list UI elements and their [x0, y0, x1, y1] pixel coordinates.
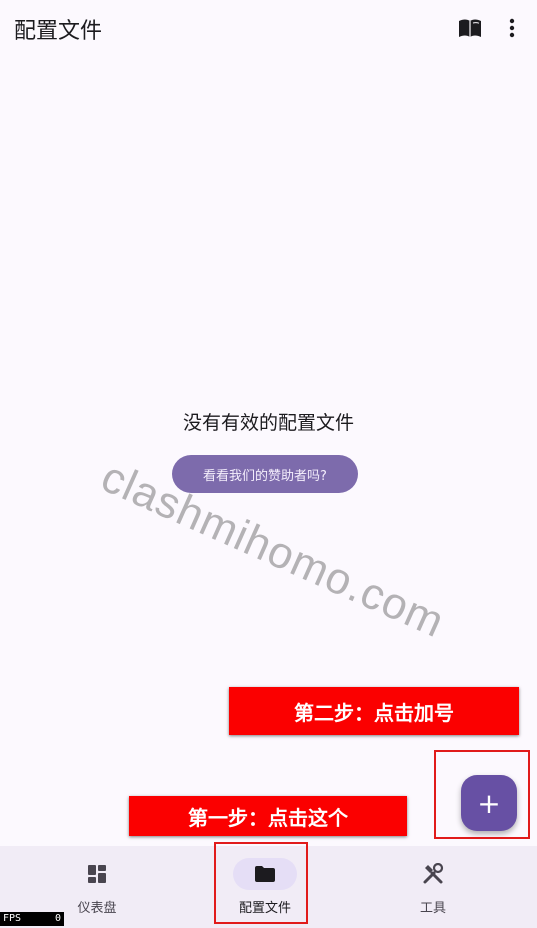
nav-item-tools[interactable]: 工具	[368, 846, 498, 928]
fps-label: FPS	[3, 913, 22, 924]
highlight-box-fab	[434, 750, 530, 839]
fps-value: 0	[54, 913, 61, 924]
empty-state-message: 没有有效的配置文件	[182, 412, 354, 434]
dashboard-icon	[65, 858, 129, 890]
book-open-icon[interactable]	[456, 14, 484, 42]
tools-icon	[401, 858, 465, 890]
annotation-step1: 第一步：点击这个	[129, 796, 407, 836]
page-title: 配置文件	[14, 19, 103, 44]
more-vert-icon[interactable]	[498, 14, 526, 42]
fps-counter: FPS 0	[0, 912, 64, 926]
nav-label-tools: 工具	[419, 901, 446, 916]
highlight-box-nav	[214, 842, 308, 924]
top-app-bar: 配置文件	[0, 0, 537, 56]
annotation-step2: 第二步：点击加号	[229, 687, 519, 735]
sponsor-button[interactable]: 看看我们的赞助者吗?	[172, 455, 358, 493]
